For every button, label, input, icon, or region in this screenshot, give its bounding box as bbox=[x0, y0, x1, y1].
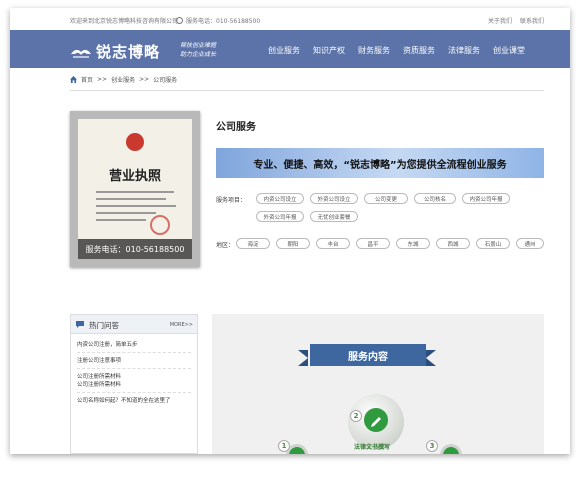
service-tag[interactable]: 无忧创业套餐 bbox=[310, 211, 358, 222]
area-tag[interactable]: 昌平 bbox=[356, 238, 390, 249]
divider bbox=[70, 90, 544, 91]
logo-name: 锐志博略 bbox=[96, 43, 161, 61]
service-tag[interactable]: 公司变更 bbox=[364, 193, 408, 204]
service-tag[interactable]: 内资公司设立 bbox=[256, 193, 304, 204]
area-tag[interactable]: 朝阳 bbox=[276, 238, 310, 249]
logo[interactable]: 锐志博略 bbox=[70, 41, 160, 62]
service-items-label: 服务项目： bbox=[216, 197, 247, 204]
area-tag[interactable]: 通州 bbox=[516, 238, 544, 249]
area-tag[interactable]: 西城 bbox=[436, 238, 470, 249]
nav-item-ip[interactable]: 知识产权 bbox=[313, 45, 345, 56]
home-icon bbox=[70, 76, 77, 83]
service-tag[interactable]: 内资公司年报 bbox=[462, 193, 510, 204]
breadcrumb-sep: >> bbox=[139, 76, 150, 83]
chat-bubble-icon bbox=[76, 321, 84, 328]
red-seal-icon bbox=[150, 215, 170, 235]
licence-text-line bbox=[96, 198, 166, 200]
step-2-number: 2 bbox=[350, 410, 362, 422]
step-2-caption: 法律文书撰写 bbox=[354, 444, 391, 451]
breadcrumb-current: 公司服务 bbox=[153, 77, 178, 84]
breadcrumb-home[interactable]: 首页 bbox=[81, 75, 93, 84]
area-tag[interactable]: 东城 bbox=[396, 238, 430, 249]
ribbon-tail-right bbox=[426, 350, 436, 366]
step-1-number: 1 bbox=[278, 440, 290, 452]
area-tag[interactable]: 石景山 bbox=[476, 238, 510, 249]
hands-logo-icon bbox=[71, 49, 91, 58]
nav-item-legal[interactable]: 法律服务 bbox=[448, 45, 480, 56]
service-content-panel: 服务内容 1 2 法律文书撰写 3 bbox=[212, 314, 544, 454]
business-licence-image: 营业执照 服务电话：010-56188500 bbox=[70, 111, 200, 267]
breadcrumb-sep: >> bbox=[97, 76, 108, 83]
service-tag[interactable]: 外资公司设立 bbox=[310, 193, 358, 204]
breadcrumb: 首页 >> 创业服务 >> 公司服务 bbox=[70, 75, 177, 84]
national-emblem-icon bbox=[126, 133, 144, 151]
licence-text-line bbox=[96, 219, 146, 221]
top-phone-text: 服务电话：010-56188500 bbox=[186, 18, 261, 25]
nav-item-startup[interactable]: 创业服务 bbox=[268, 45, 300, 56]
hot-qa-panel: 热门问答 MORE>> 内资公司注册，简单五步 注册公司注意事项 公司注册所需材… bbox=[70, 314, 198, 454]
service-title: 公司服务 bbox=[216, 122, 256, 133]
nav-item-classroom[interactable]: 创业课堂 bbox=[493, 45, 525, 56]
page-frame: 欢迎来到北京锐志博略科技咨询有限公司 服务电话：010-56188500 关于我… bbox=[10, 8, 570, 454]
main-nav: 锐志博略 帮扶创业难题 助力企业成长 创业服务 知识产权 财务服务 资质服务 法… bbox=[10, 30, 570, 68]
top-bar: 欢迎来到北京锐志博略科技咨询有限公司 服务电话：010-56188500 关于我… bbox=[10, 8, 570, 30]
welcome-text: 欢迎来到北京锐志博略科技咨询有限公司 bbox=[70, 18, 179, 25]
licence-text-line bbox=[96, 205, 176, 207]
about-us-link[interactable]: 关于我们 bbox=[488, 16, 512, 25]
area-tag[interactable]: 丰台 bbox=[316, 238, 350, 249]
nav-item-finance[interactable]: 财务服务 bbox=[358, 45, 390, 56]
qa-item[interactable]: 公司注册所需材料 公司注册所需材料 bbox=[77, 373, 191, 393]
area-tag[interactable]: 海淀 bbox=[236, 238, 270, 249]
step-3-circle[interactable] bbox=[440, 444, 462, 454]
qa-item[interactable]: 公司名称如何起？不知道的全在这里了 bbox=[77, 397, 191, 408]
nav-item-qualification[interactable]: 资质服务 bbox=[403, 45, 435, 56]
contact-us-link[interactable]: 联系我们 bbox=[520, 16, 544, 25]
area-label: 地区： bbox=[216, 242, 235, 249]
qa-title: 热门问答 bbox=[89, 321, 119, 330]
qa-item[interactable]: 内资公司注册，简单五步 bbox=[77, 341, 191, 353]
service-tag[interactable]: 公司核名 bbox=[414, 193, 456, 204]
breadcrumb-startup[interactable]: 创业服务 bbox=[111, 75, 135, 84]
service-tag[interactable]: 外资公司年报 bbox=[256, 211, 304, 222]
licence-paper: 营业执照 bbox=[78, 119, 192, 259]
qa-item[interactable]: 注册公司注意事项 bbox=[77, 357, 191, 369]
service-content-ribbon: 服务内容 bbox=[310, 344, 426, 366]
top-phone: 服务电话：010-56188500 bbox=[176, 16, 260, 25]
licence-phone-overlay: 服务电话：010-56188500 bbox=[78, 239, 192, 259]
qa-header: 热门问答 MORE>> bbox=[71, 315, 197, 334]
slogan-line-2: 助力企业成长 bbox=[180, 51, 217, 58]
slogan-line-1: 帮扶创业难题 bbox=[180, 42, 217, 49]
pen-icon bbox=[371, 417, 381, 427]
licence-text-line bbox=[96, 212, 156, 214]
ribbon-tail-left bbox=[298, 350, 308, 366]
step-3-number: 3 bbox=[426, 440, 438, 452]
service-banner: 专业、便捷、高效，“锐志博略”为您提供全流程创业服务 bbox=[216, 148, 544, 178]
qa-more-link[interactable]: MORE>> bbox=[170, 322, 193, 328]
step-2-inner bbox=[364, 408, 388, 432]
slogan: 帮扶创业难题 助力企业成长 bbox=[180, 41, 216, 59]
licence-title: 营业执照 bbox=[108, 169, 161, 184]
phone-icon bbox=[176, 17, 183, 24]
licence-text-line bbox=[96, 191, 174, 193]
